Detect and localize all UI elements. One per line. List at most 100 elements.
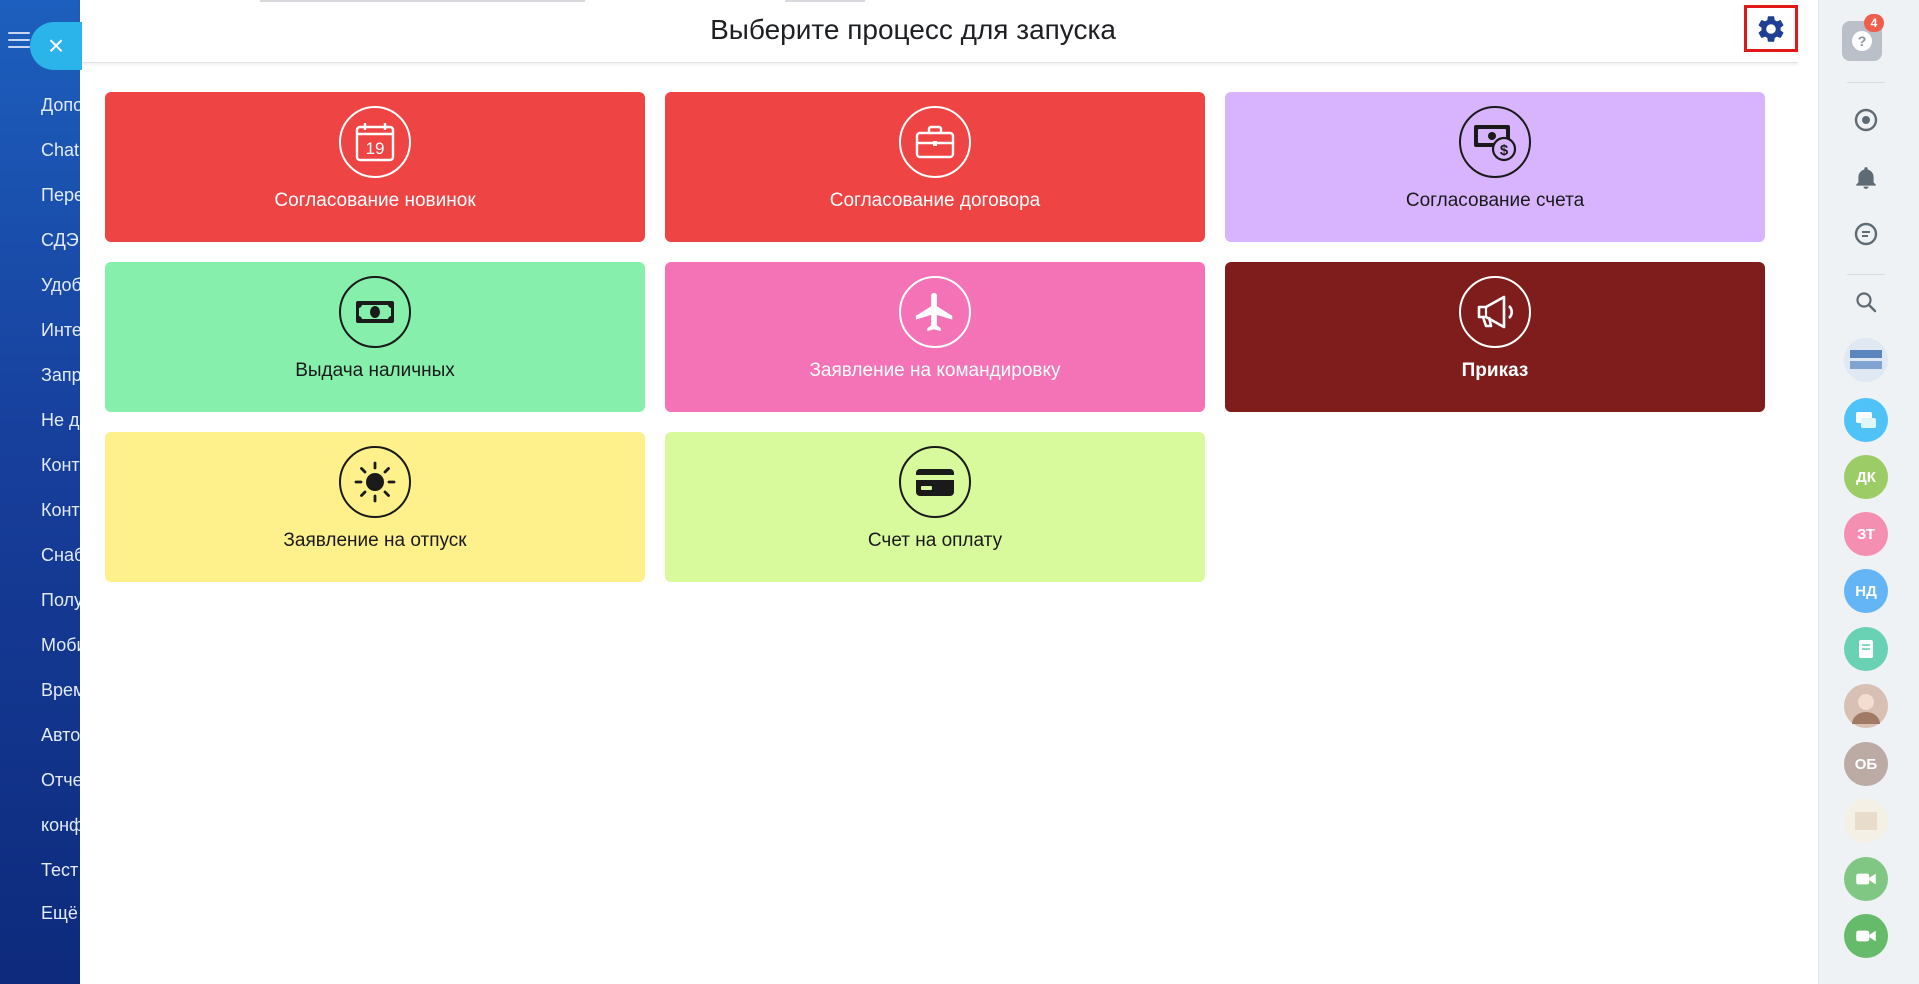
menu-hamburger-icon[interactable] bbox=[8, 32, 30, 48]
chat-icon bbox=[1854, 222, 1878, 246]
process-panel: Выберите процесс для запуска 19 Согласов… bbox=[80, 0, 1818, 984]
process-card-vacation[interactable]: Заявление на отпуск bbox=[105, 432, 645, 582]
sidebar-item[interactable]: Авто bbox=[41, 725, 80, 746]
megaphone-icon bbox=[1477, 295, 1513, 329]
video-call-button[interactable] bbox=[1844, 857, 1888, 901]
chat-avatar-photo[interactable] bbox=[1844, 684, 1888, 728]
sidebar-item[interactable]: Конт bbox=[41, 455, 80, 476]
sidebar-item[interactable]: Врем bbox=[41, 680, 80, 701]
chat-avatar-document[interactable] bbox=[1844, 627, 1888, 671]
process-label: Выдача наличных bbox=[295, 360, 455, 381]
video-call-button[interactable] bbox=[1844, 914, 1888, 958]
process-card-order[interactable]: Приказ bbox=[1225, 262, 1765, 412]
sidebar-item[interactable]: Снаб bbox=[41, 545, 80, 566]
page-title: Выберите процесс для запуска bbox=[710, 14, 1116, 45]
sidebar-item[interactable]: конф bbox=[41, 815, 80, 836]
sidebar-item[interactable]: Отче bbox=[41, 770, 80, 791]
tab-hint bbox=[260, 0, 585, 2]
sidebar-item[interactable]: Инте bbox=[41, 320, 80, 341]
question-icon: ? bbox=[1852, 31, 1872, 51]
process-label: Заявление на командировку bbox=[809, 360, 1061, 381]
video-camera-icon bbox=[1856, 873, 1876, 885]
avatar-initials: ДК bbox=[1856, 468, 1876, 486]
close-slider-button[interactable]: × bbox=[30, 22, 82, 70]
process-label: Заявление на отпуск bbox=[283, 530, 467, 551]
process-icon-circle bbox=[339, 446, 411, 518]
process-label: Согласование договора bbox=[829, 190, 1041, 211]
divider bbox=[1847, 274, 1885, 275]
process-icon-circle bbox=[899, 106, 971, 178]
right-toolbar: ? 4 ДК ЗТ НД ОБ bbox=[1818, 0, 1919, 984]
process-card-payment-invoice[interactable]: Счет на оплату bbox=[665, 432, 1205, 582]
sidebar-item[interactable]: Моби bbox=[41, 635, 80, 656]
process-icon-circle bbox=[1459, 276, 1531, 348]
chat-avatar-image[interactable] bbox=[1844, 799, 1888, 843]
process-card-invoice-approval[interactable]: $ Согласование счета bbox=[1225, 92, 1765, 242]
avatar-initials: ОБ bbox=[1854, 755, 1878, 773]
sidebar-item[interactable]: СДЭ bbox=[41, 230, 79, 251]
process-icon-circle: $ bbox=[1459, 106, 1531, 178]
close-icon: × bbox=[47, 30, 65, 61]
process-label: Согласование счета bbox=[1405, 190, 1585, 211]
left-sidebar: Допо Chat Пере СДЭ Удоб Инте Запр Не д К… bbox=[0, 0, 80, 984]
settings-button[interactable] bbox=[1744, 5, 1798, 52]
process-card-contract-approval[interactable]: Согласование договора bbox=[665, 92, 1205, 242]
process-label: Приказ bbox=[1461, 360, 1529, 381]
credit-card-icon bbox=[916, 469, 954, 496]
sidebar-item[interactable]: Не д bbox=[41, 410, 80, 431]
chat-avatar[interactable]: ДК bbox=[1844, 455, 1888, 499]
chat-avatar[interactable]: НД bbox=[1844, 569, 1888, 613]
chat-avatar[interactable]: ЗТ bbox=[1844, 512, 1888, 556]
sidebar-item[interactable]: Полу bbox=[41, 590, 80, 611]
chat-avatar-logo[interactable] bbox=[1844, 338, 1888, 382]
sidebar-item[interactable]: Chat bbox=[41, 140, 79, 161]
company-logo-icon bbox=[1850, 350, 1882, 369]
gear-icon bbox=[1758, 15, 1784, 42]
avatar-initials: НД bbox=[1855, 582, 1877, 600]
search-button[interactable] bbox=[1844, 280, 1888, 324]
notifications-button[interactable] bbox=[1844, 156, 1888, 200]
tab-hint bbox=[785, 0, 865, 2]
chat-avatar[interactable]: ОБ bbox=[1844, 742, 1888, 786]
sidebar-item[interactable]: Удоб bbox=[41, 275, 80, 296]
process-icon-circle bbox=[339, 276, 411, 348]
video-camera-icon bbox=[1856, 930, 1876, 942]
process-icon-circle: 19 bbox=[339, 106, 411, 178]
briefcase-icon bbox=[915, 125, 955, 159]
invoice-money-icon: $ bbox=[1474, 125, 1517, 162]
calendar-icon: 19 bbox=[355, 123, 395, 162]
user-photo-icon bbox=[1852, 694, 1880, 724]
search-icon bbox=[1856, 292, 1877, 313]
divider bbox=[1847, 82, 1885, 83]
process-card-business-trip[interactable]: Заявление на командировку bbox=[665, 262, 1205, 412]
process-label: Согласование новинок bbox=[274, 190, 476, 211]
sidebar-item[interactable]: Допо bbox=[41, 95, 80, 116]
calendar-day: 19 bbox=[366, 139, 385, 158]
svg-text:?: ? bbox=[1858, 33, 1867, 49]
activity-stream-button[interactable] bbox=[1844, 98, 1888, 142]
panel-header: Выберите процесс для запуска bbox=[80, 0, 1798, 63]
image-thumbnail-icon bbox=[1855, 812, 1877, 830]
sidebar-item[interactable]: Конт bbox=[41, 500, 80, 521]
cash-icon bbox=[356, 301, 394, 323]
avatar-initials: ЗТ bbox=[1857, 525, 1875, 543]
chat-avatar-group[interactable] bbox=[1844, 398, 1888, 442]
sync-icon bbox=[1854, 108, 1878, 132]
process-card-cash-issue[interactable]: Выдача наличных bbox=[105, 262, 645, 412]
chat-list-button[interactable] bbox=[1844, 212, 1888, 256]
sidebar-item[interactable]: Тест bbox=[41, 860, 78, 881]
process-card-new-products[interactable]: 19 Согласование новинок bbox=[105, 92, 645, 242]
sun-icon bbox=[354, 461, 396, 503]
sidebar-item[interactable]: Пере bbox=[41, 185, 80, 206]
airplane-icon bbox=[915, 292, 953, 332]
sidebar-item[interactable]: Запр bbox=[41, 365, 80, 386]
process-icon-circle bbox=[899, 446, 971, 518]
document-icon bbox=[1859, 640, 1873, 658]
process-icon-circle bbox=[899, 276, 971, 348]
sidebar-item[interactable]: Ещё bbox=[41, 903, 78, 924]
message-bubbles-icon bbox=[1856, 412, 1876, 428]
notification-badge: 4 bbox=[1864, 14, 1884, 32]
process-label: Счет на оплату bbox=[867, 530, 1003, 551]
svg-text:$: $ bbox=[1500, 142, 1509, 159]
bell-icon bbox=[1856, 167, 1876, 189]
